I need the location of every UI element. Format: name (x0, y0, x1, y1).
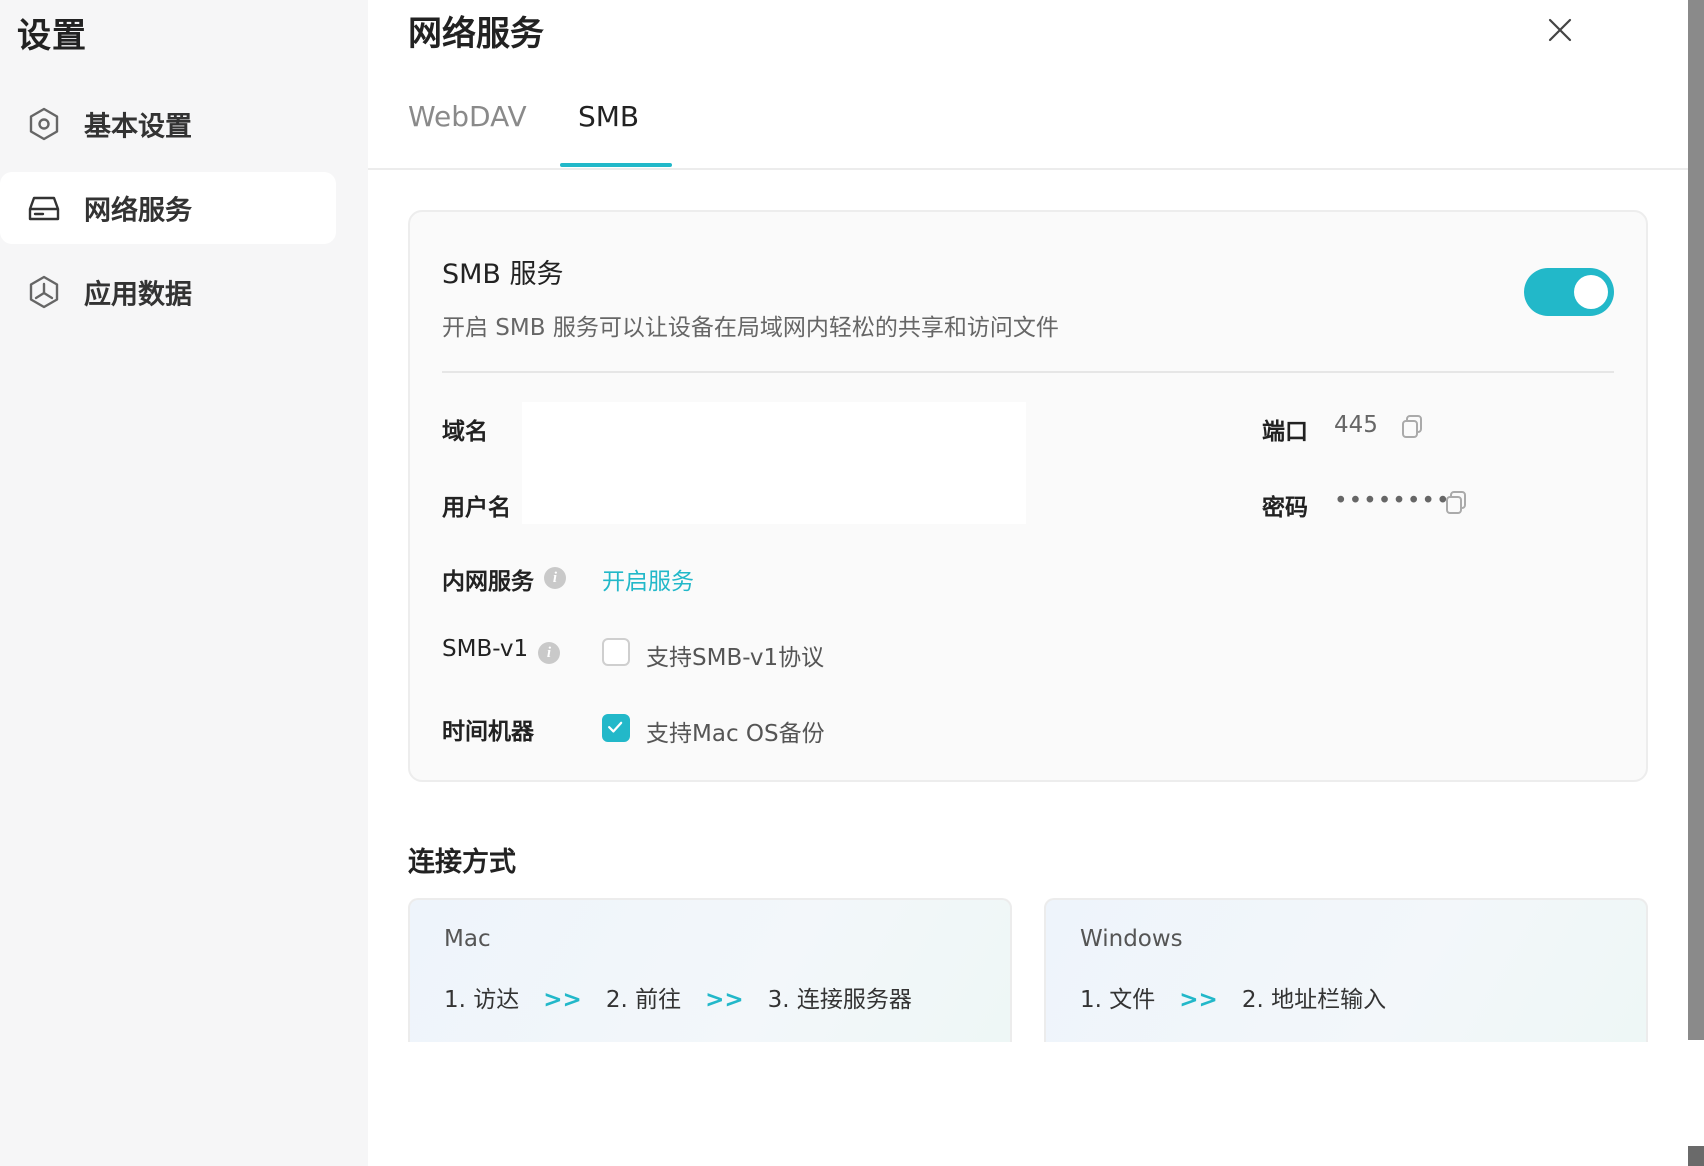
copy-port-icon[interactable] (1400, 414, 1424, 440)
step-arrow: >> (705, 987, 744, 1013)
page-title: 网络服务 (408, 14, 544, 54)
port-label: 端口 (1262, 419, 1308, 445)
check-icon (608, 721, 623, 733)
mac-os-label: Mac (444, 926, 491, 952)
domain-label: 域名 (442, 419, 488, 445)
smbv1-option-label: 支持SMB-v1协议 (646, 645, 825, 671)
password-value: •••••••• (1334, 488, 1451, 514)
copy-password-icon[interactable] (1444, 490, 1468, 516)
info-icon[interactable]: i (538, 642, 560, 664)
sidebar-item-label: 网络服务 (84, 195, 192, 227)
smb-card-description: 开启 SMB 服务可以让设备在局域网内轻松的共享和访问文件 (442, 315, 1059, 341)
smbv1-checkbox[interactable] (602, 638, 630, 666)
mac-steps: 1. 访达 >> 2. 前往 >> 3. 连接服务器 (444, 980, 912, 1014)
windows-step-1: 1. 文件 (1080, 987, 1156, 1013)
windows-os-label: Windows (1080, 926, 1183, 952)
toggle-knob (1574, 275, 1608, 309)
sidebar-item-label: 基本设置 (84, 111, 192, 143)
sidebar-title: 设置 (17, 16, 87, 56)
drive-icon (28, 196, 60, 221)
tab-smb[interactable]: SMB (578, 100, 639, 133)
tab-bar: WebDAV SMB (368, 88, 1688, 170)
sidebar-item-app-data[interactable]: 应用数据 (0, 256, 336, 328)
sidebar-item-label: 应用数据 (84, 279, 192, 311)
windows-step-2: 2. 地址栏输入 (1241, 987, 1387, 1013)
intranet-service-label: 内网服务 (442, 569, 534, 595)
scrollbar-bottom (1688, 1146, 1704, 1166)
domain-username-value-area (522, 402, 1026, 524)
close-icon[interactable] (1544, 14, 1576, 46)
sidebar-nav: 基本设置 网络服务 应用数据 (0, 88, 368, 340)
sidebar: 设置 基本设置 网络服务 应用数据 (0, 0, 368, 1166)
scrollbar[interactable] (1688, 0, 1704, 1040)
smb-card-title: SMB 服务 (442, 259, 564, 290)
tab-webdav[interactable]: WebDAV (408, 100, 527, 133)
step-arrow: >> (1179, 987, 1218, 1013)
time-machine-label: 时间机器 (442, 719, 534, 745)
divider (442, 371, 1614, 373)
hexagon-app-icon (29, 275, 59, 309)
port-value: 445 (1334, 412, 1378, 438)
time-machine-checkbox[interactable] (602, 714, 630, 742)
connection-section-title: 连接方式 (408, 847, 516, 878)
main-panel: 网络服务 WebDAV SMB SMB 服务 开启 SMB 服务可以让设备在局域… (368, 0, 1688, 1166)
username-label: 用户名 (442, 495, 511, 521)
windows-connection-card: Windows 1. 文件 >> 2. 地址栏输入 (1044, 898, 1648, 1042)
sidebar-item-basic-settings[interactable]: 基本设置 (0, 88, 336, 160)
step-arrow: >> (543, 987, 582, 1013)
mac-step-2: 2. 前往 (605, 987, 682, 1013)
active-tab-indicator (560, 163, 672, 167)
windows-steps: 1. 文件 >> 2. 地址栏输入 (1080, 980, 1386, 1014)
info-icon[interactable]: i (544, 567, 566, 589)
enable-intranet-service-link[interactable]: 开启服务 (602, 562, 694, 596)
sidebar-item-network-services[interactable]: 网络服务 (0, 172, 336, 244)
hexagon-gear-icon (29, 107, 59, 141)
time-machine-option-label: 支持Mac OS备份 (646, 721, 825, 747)
mac-step-1: 1. 访达 (444, 987, 520, 1013)
smb-service-card: SMB 服务 开启 SMB 服务可以让设备在局域网内轻松的共享和访问文件 域名 … (408, 210, 1648, 782)
smbv1-label: SMB-v1 (442, 636, 529, 662)
password-label: 密码 (1262, 495, 1308, 521)
mac-connection-card: Mac 1. 访达 >> 2. 前往 >> 3. 连接服务器 (408, 898, 1012, 1042)
smb-enable-toggle[interactable] (1524, 268, 1614, 316)
mac-step-3: 3. 连接服务器 (767, 987, 912, 1013)
